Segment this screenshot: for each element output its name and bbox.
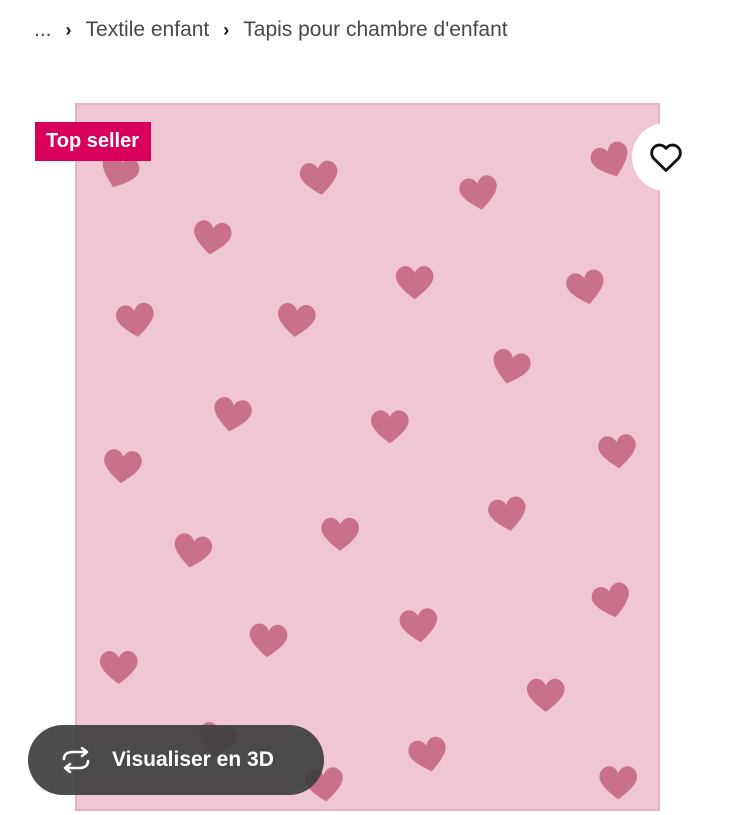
- rug-heart-motif: [214, 397, 252, 432]
- rug-heart-motif: [590, 141, 628, 177]
- rug-heart-motif: [194, 220, 232, 255]
- rug-heart-motif: [370, 410, 409, 444]
- breadcrumb-textile-enfant[interactable]: Textile enfant: [86, 18, 210, 42]
- rug-heart-motif: [174, 533, 213, 568]
- heart-pattern: [99, 141, 638, 802]
- breadcrumb: ... › Textile enfant › Tapis pour chambr…: [34, 14, 508, 46]
- rug-heart-motif: [591, 582, 629, 618]
- rug-heart-motif: [277, 303, 316, 337]
- rug-heart-motif: [408, 736, 446, 772]
- rug-heart-motif: [526, 678, 565, 712]
- heart-outline-icon: [650, 143, 682, 172]
- rug-heart-motif: [493, 348, 531, 384]
- rug-heart-motif: [599, 766, 638, 800]
- view-3d-button[interactable]: Visualiser en 3D: [28, 725, 324, 795]
- rug-heart-motif: [399, 608, 438, 643]
- rug-heart-motif: [566, 269, 604, 304]
- chevron-right-icon: ›: [223, 19, 230, 40]
- chevron-right-icon: ›: [65, 19, 72, 40]
- view-3d-label: Visualiser en 3D: [112, 748, 274, 771]
- rug-heart-motif: [321, 517, 360, 551]
- rug-heart-motif: [116, 302, 154, 337]
- favorite-button[interactable]: [632, 123, 700, 191]
- rug-heart-motif: [104, 449, 142, 484]
- product-image[interactable]: [0, 72, 737, 815]
- rug-heart-motif: [99, 650, 138, 685]
- rug-heart-motif: [299, 160, 338, 195]
- rotate-arrows-icon: [58, 747, 94, 773]
- rug-heart-motif: [488, 496, 526, 531]
- rug-heart-motif: [459, 175, 497, 210]
- top-seller-badge: Top seller: [35, 122, 151, 161]
- breadcrumb-tapis-chambre-enfant[interactable]: Tapis pour chambre d'enfant: [243, 18, 507, 42]
- rug-image: [75, 103, 660, 811]
- rug-heart-motif: [395, 266, 434, 300]
- rug-heart-motif: [598, 434, 636, 469]
- rug-heart-motif: [249, 623, 288, 658]
- breadcrumb-ellipsis[interactable]: ...: [34, 18, 52, 42]
